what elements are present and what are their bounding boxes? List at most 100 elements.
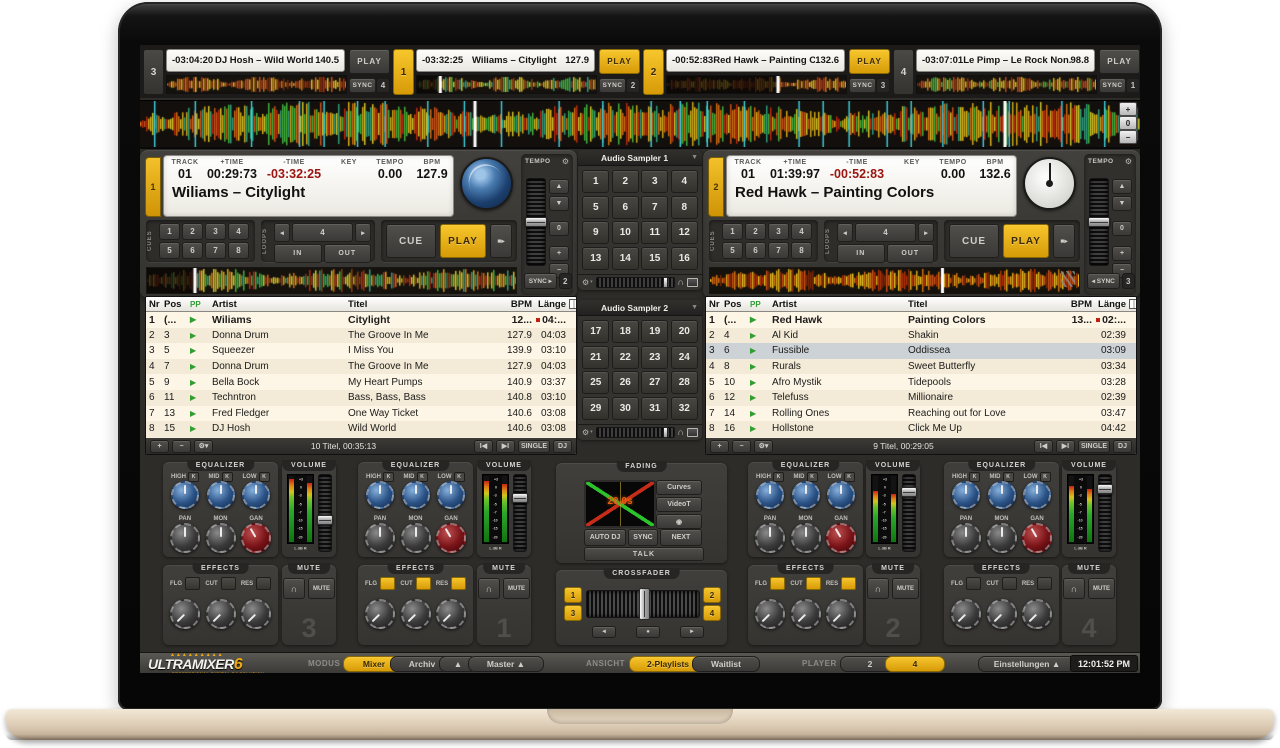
- playlist-left-row-2[interactable]: 23▶Donna DrumThe Groove In Me127.904:03: [146, 328, 576, 344]
- playlist-columns-icon[interactable]: [1128, 299, 1136, 309]
- playlist-left-header-titel[interactable]: Titel: [348, 299, 496, 310]
- ch4-eq-mid-kill-button[interactable]: K: [1003, 472, 1014, 482]
- sampler-pad-29[interactable]: 29: [582, 397, 609, 420]
- ch2-eq-low-kill-button[interactable]: K: [844, 472, 855, 482]
- playlist-left-row-4[interactable]: 47▶Donna DrumThe Groove In Me127.904:03: [146, 359, 576, 375]
- sampler-pad-25[interactable]: 25: [582, 371, 609, 394]
- deck2-cue-button[interactable]: CUE: [949, 224, 999, 258]
- skip-next-button[interactable]: ▶I: [1056, 440, 1075, 453]
- ch3-fx-cut-toggle[interactable]: [221, 577, 236, 590]
- ch1-eq-low-kill-button[interactable]: K: [454, 472, 465, 482]
- deck1-cue-7-button[interactable]: 7: [205, 242, 226, 259]
- deck1-cue-4-button[interactable]: 4: [228, 223, 249, 240]
- top-deck-1-mini-waveform[interactable]: [416, 75, 597, 94]
- ch3-eq-mid-knob[interactable]: [207, 481, 235, 509]
- single-mode-button[interactable]: SINGLE: [518, 440, 550, 453]
- gear-icon[interactable]: ⚙: [582, 428, 589, 437]
- playlist-right-row-1[interactable]: 1(...▶Red HawkPainting Colors13...02:...: [706, 312, 1136, 328]
- ch1-eq-mid-kill-button[interactable]: K: [417, 472, 428, 482]
- ch3-volume-fader-handle[interactable]: [317, 515, 333, 525]
- master-button[interactable]: Master ▲: [468, 656, 544, 672]
- ch3-fx-cut-knob[interactable]: [206, 599, 236, 629]
- ch1-eq-high-kill-button[interactable]: K: [383, 472, 394, 482]
- sampler-pad-6[interactable]: 6: [612, 196, 639, 219]
- deck1-sync-target-badge[interactable]: 2: [559, 273, 572, 289]
- deck1-play-button[interactable]: PLAY: [440, 224, 486, 258]
- top-deck-2-mini-waveform[interactable]: [666, 75, 847, 94]
- fade-videot-button[interactable]: VideoT: [656, 497, 702, 512]
- sampler-pad-12[interactable]: 12: [671, 221, 698, 244]
- playlist-right-row-8[interactable]: 816▶HollstoneClick Me Up04:42: [706, 421, 1136, 437]
- ch2-pan-knob[interactable]: [755, 523, 785, 553]
- sampler-pad-32[interactable]: 32: [671, 397, 698, 420]
- playlist-options-button[interactable]: ⚙▾: [754, 440, 773, 453]
- sampler-pad-9[interactable]: 9: [582, 221, 609, 244]
- ch4-eq-high-kill-button[interactable]: K: [969, 472, 980, 482]
- playlist-left-header-nr[interactable]: Nr: [146, 299, 164, 310]
- ch1-gan-knob[interactable]: [436, 523, 466, 553]
- ch4-fx-res-knob[interactable]: [1022, 599, 1052, 629]
- ch3-volume-fader[interactable]: [318, 474, 332, 552]
- crossfader-assign-1-button[interactable]: 1: [564, 587, 582, 603]
- deck1-stop-play-button[interactable]: ■▸: [490, 224, 512, 258]
- skip-previous-button[interactable]: I◀: [1034, 440, 1053, 453]
- gear-icon[interactable]: ⚙: [1125, 157, 1132, 166]
- deck1-cue-button[interactable]: CUE: [386, 224, 436, 258]
- playlist-right-row-3[interactable]: 36▶FussibleOddissea03:09: [706, 343, 1136, 359]
- ch2-eq-mid-knob[interactable]: [792, 481, 820, 509]
- top-deck-4-sync-button[interactable]: SYNC: [1099, 78, 1126, 93]
- deck1-loop-in-button[interactable]: IN: [274, 244, 322, 263]
- sampler-pad-14[interactable]: 14: [612, 247, 639, 270]
- sampler-pad-2[interactable]: 2: [612, 170, 639, 193]
- crossfader-assign-4-button[interactable]: 4: [703, 605, 721, 621]
- fade-next-button[interactable]: NEXT: [660, 529, 702, 546]
- deck2-sync-target-badge[interactable]: 3: [1122, 273, 1135, 289]
- playlist-right-header-pos[interactable]: Pos: [724, 299, 750, 310]
- deck1-cue-8-button[interactable]: 8: [228, 242, 249, 259]
- playlist-left-header-länge[interactable]: Länge: [532, 299, 568, 310]
- ch2-eq-mid-kill-button[interactable]: K: [807, 472, 818, 482]
- sampler-pad-19[interactable]: 19: [641, 320, 668, 343]
- ch4-eq-mid-knob[interactable]: [988, 481, 1016, 509]
- ch3-eq-mid-kill-button[interactable]: K: [222, 472, 233, 482]
- deck2-play-button[interactable]: PLAY: [1003, 224, 1049, 258]
- deck1-waveform[interactable]: [146, 267, 517, 294]
- ch4-headphone-cue-button[interactable]: ∩: [1063, 578, 1085, 599]
- sampler-pad-26[interactable]: 26: [612, 371, 639, 394]
- deck2-loop-length-button[interactable]: 4: [855, 223, 916, 242]
- sampler-volume-slider[interactable]: [596, 277, 675, 288]
- deck2-sync-button[interactable]: ◂ SYNC: [1087, 273, 1120, 289]
- gear-icon[interactable]: ⚙: [562, 157, 569, 166]
- waveform-zoom-in-button[interactable]: +: [1119, 102, 1137, 116]
- deck1-cue-2-button[interactable]: 2: [182, 223, 203, 240]
- ch1-eq-high-knob[interactable]: [366, 481, 394, 509]
- top-deck-3-sync-target-badge[interactable]: 4: [376, 78, 390, 93]
- ch2-fx-flg-knob[interactable]: [755, 599, 785, 629]
- deck2-cue-4-button[interactable]: 4: [791, 223, 812, 240]
- headphones-icon[interactable]: ∩: [678, 428, 685, 437]
- top-deck-1-sync-target-badge[interactable]: 2: [626, 78, 640, 93]
- ch3-eq-low-kill-button[interactable]: K: [259, 472, 270, 482]
- ch1-eq-low-knob[interactable]: [437, 481, 465, 509]
- gear-dropdown-caret[interactable]: ▾: [590, 279, 593, 285]
- ch4-eq-high-knob[interactable]: [952, 481, 980, 509]
- deck2-tempo-fader-handle[interactable]: [1088, 217, 1110, 227]
- deck1-tempo-fader[interactable]: [526, 178, 546, 266]
- skip-next-button[interactable]: ▶I: [496, 440, 515, 453]
- ch1-fx-flg-toggle[interactable]: [380, 577, 395, 590]
- deck2-loop-increase-button[interactable]: ▸: [918, 223, 934, 242]
- ch3-mon-knob[interactable]: [206, 523, 236, 553]
- ch3-fx-res-toggle[interactable]: [256, 577, 271, 590]
- sampler-pad-17[interactable]: 17: [582, 320, 609, 343]
- fade-curves-button[interactable]: Curves: [656, 480, 702, 495]
- talk-button[interactable]: TALK: [584, 547, 704, 561]
- ch3-fx-flg-toggle[interactable]: [185, 577, 200, 590]
- auto-dj-button[interactable]: AUTO DJ: [584, 529, 626, 546]
- deck1-loop-length-button[interactable]: 4: [292, 223, 353, 242]
- deck2-loop-in-button[interactable]: IN: [837, 244, 885, 263]
- crossfader-right-button[interactable]: ►: [680, 626, 704, 638]
- sampler-pad-27[interactable]: 27: [641, 371, 668, 394]
- sampler-pad-15[interactable]: 15: [641, 247, 668, 270]
- sampler-pad-3[interactable]: 3: [641, 170, 668, 193]
- master-waveform[interactable]: [140, 100, 1140, 149]
